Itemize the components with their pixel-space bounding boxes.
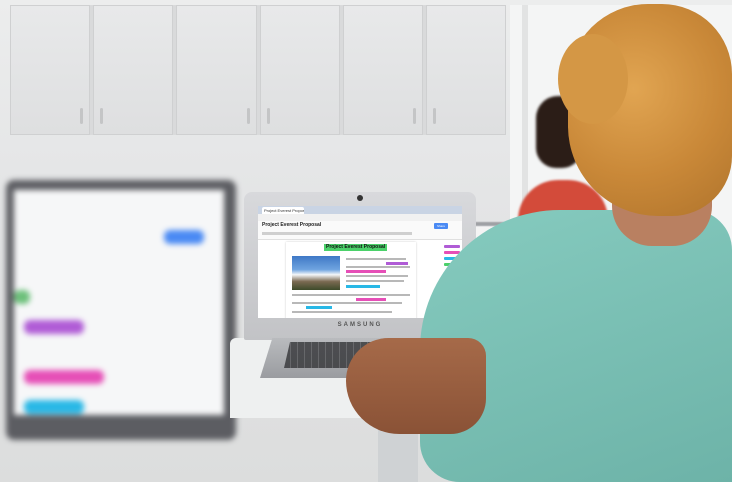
docs-header: Project Everest Proposal Share [258,221,462,240]
cabinet-door [93,5,174,135]
camera-icon [357,195,363,201]
cabinet-door [425,5,507,135]
document-page[interactable]: Project Everest Proposal [286,242,416,318]
student-hair [558,4,732,216]
browser-tab[interactable]: Project Everest Proposal [262,207,304,214]
classroom-scene: Project Everest Proposal Project Everest… [0,0,732,482]
share-button[interactable]: Share [434,223,448,229]
blurred-screen [14,190,224,415]
browser-tab-bar: Project Everest Proposal [258,206,462,214]
cabinet-door [342,5,423,135]
mountain-photo [292,256,340,290]
cabinet-door [176,5,257,135]
document-heading: Project Everest Proposal [324,244,388,251]
cabinet-door [259,5,340,135]
student-arm [346,338,486,434]
formatting-toolbar[interactable] [262,232,412,235]
document-title[interactable]: Project Everest Proposal [262,222,321,228]
wall-cabinets [10,5,507,135]
blurred-laptop-left [0,180,240,450]
cabinet-door [10,5,91,135]
